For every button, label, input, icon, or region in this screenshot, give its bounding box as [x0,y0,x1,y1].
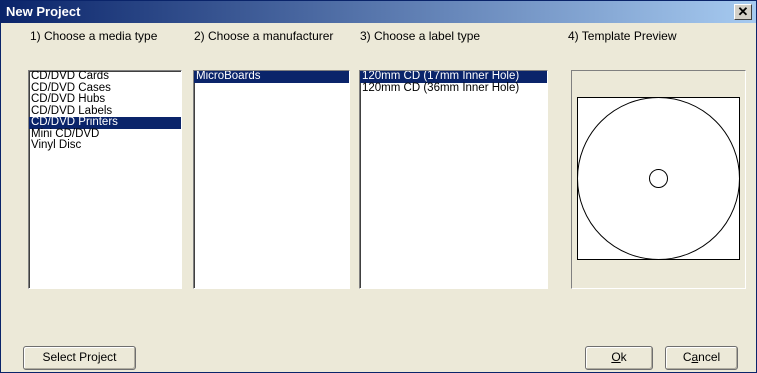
close-icon: ✕ [737,4,749,19]
label-type-label: 3) Choose a label type [360,29,481,43]
list-item[interactable]: 120mm CD (36mm Inner Hole) [360,82,547,95]
template-preview [571,70,746,289]
manufacturer-listbox[interactable]: MicroBoards [193,70,350,289]
list-item[interactable]: MicroBoards [194,71,349,83]
ok-button[interactable]: Ok [585,346,653,370]
list-item[interactable]: 120mm CD (17mm Inner Hole) [360,71,547,83]
cancel-button[interactable]: Cancel [665,346,738,370]
template-preview-label: 4) Template Preview [568,29,677,43]
select-project-button[interactable]: Select Project [23,346,136,370]
cancel-label-rest: ncel [698,350,721,364]
manufacturer-label: 2) Choose a manufacturer [194,29,334,43]
cd-inner-hole [649,169,668,188]
list-item[interactable]: Vinyl Disc [29,139,181,152]
list-item[interactable]: CD/DVD Cards [29,71,181,83]
dialog-title: New Project [6,4,81,19]
list-item[interactable]: CD/DVD Hubs [29,93,181,106]
cd-template-graphic [577,97,740,260]
new-project-dialog: New Project ✕ 1) Choose a media type 2) … [0,0,757,373]
title-bar[interactable]: New Project ✕ [1,1,756,23]
list-item[interactable]: CD/DVD Printers [29,116,181,129]
label-type-listbox[interactable]: 120mm CD (17mm Inner Hole) 120mm CD (36mm… [359,70,548,289]
media-type-listbox[interactable]: CD/DVD Cards CD/DVD Cases CD/DVD Hubs CD/DV… [28,70,182,289]
media-type-label: 1) Choose a media type [30,29,158,43]
ok-label-rest: k [620,350,627,364]
ok-mnemonic: O [611,350,621,364]
close-button[interactable]: ✕ [734,4,752,20]
